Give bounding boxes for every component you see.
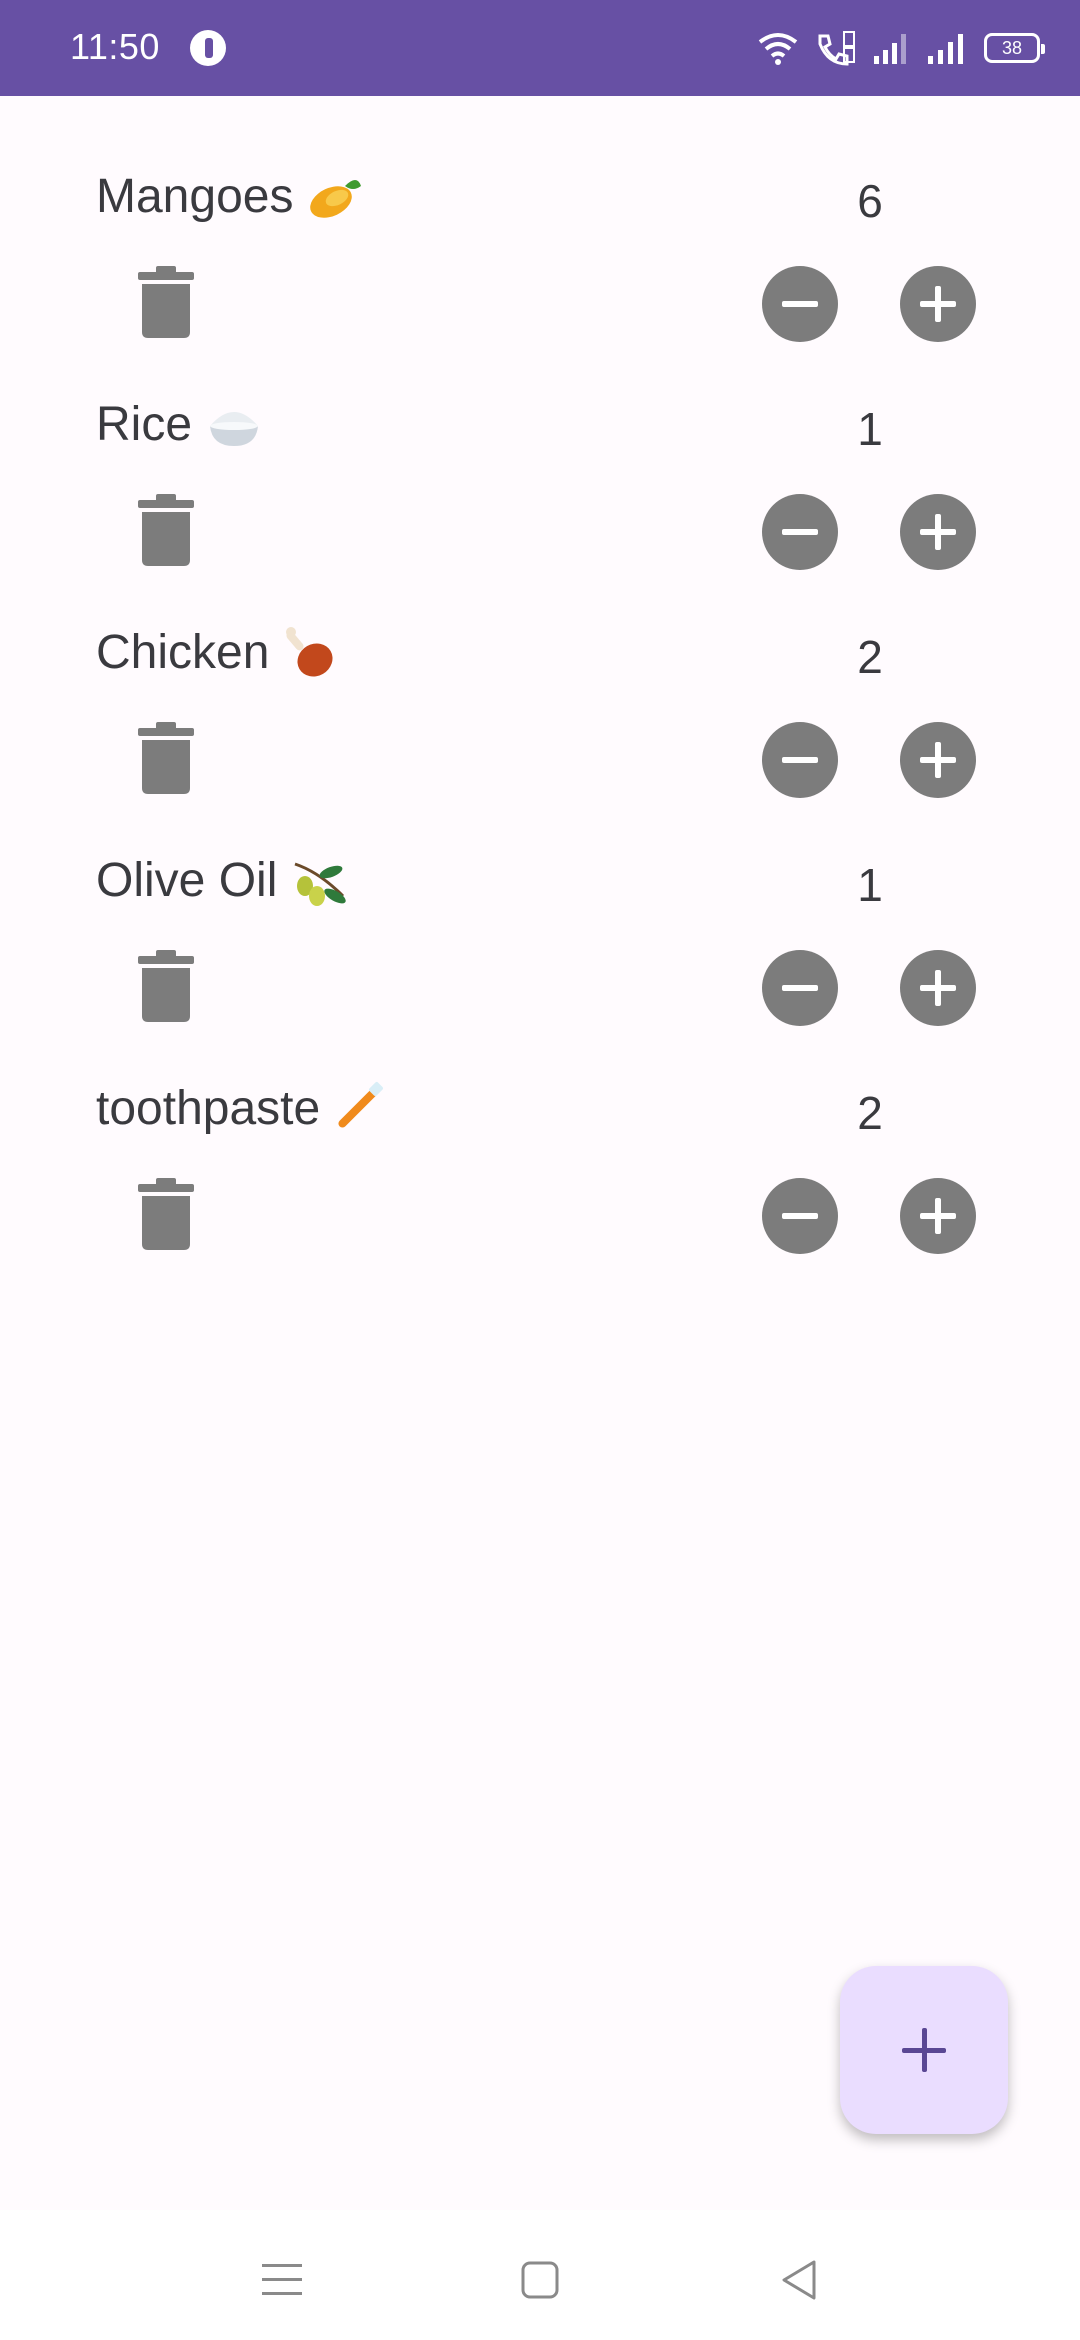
item-label: Olive Oil bbox=[96, 853, 278, 907]
mango-icon bbox=[310, 180, 362, 218]
wifi-icon bbox=[758, 33, 798, 65]
add-item-button[interactable] bbox=[840, 1966, 1008, 2134]
toothbrush-icon bbox=[338, 1082, 384, 1128]
decrease-button[interactable] bbox=[762, 1178, 838, 1254]
item-label: Chicken bbox=[96, 625, 270, 679]
menu-icon[interactable] bbox=[252, 2250, 312, 2310]
item-quantity: 2 bbox=[857, 1087, 883, 1139]
app-notification-icon bbox=[190, 30, 226, 66]
poultry-leg-icon bbox=[286, 627, 333, 677]
item-label: Rice bbox=[96, 397, 193, 451]
signal-icon bbox=[874, 34, 906, 64]
shopping-list: Mangoes 6 Rice 1 Chicken 2 Olive Oil 1 t… bbox=[0, 96, 1080, 1254]
wifi-calling-icon bbox=[818, 31, 855, 66]
screen: 11:50 38 Mangoes 6 Rice 1 Chicken 2 Oliv… bbox=[0, 0, 1080, 2340]
status-icons: 38 bbox=[756, 28, 1045, 68]
status-time: 11:50 bbox=[70, 26, 160, 67]
navigation-bar bbox=[0, 2210, 1080, 2340]
back-icon[interactable] bbox=[770, 2250, 830, 2310]
list-item: Mangoes 6 bbox=[0, 96, 1080, 342]
item-label: toothpaste bbox=[96, 1081, 321, 1135]
item-name: Rice bbox=[96, 396, 262, 452]
item-quantity: 1 bbox=[857, 859, 883, 911]
list-item: Chicken 2 bbox=[0, 552, 1080, 798]
list-item: Rice 1 bbox=[0, 324, 1080, 570]
item-name: Mangoes bbox=[96, 168, 363, 224]
item-name: Olive Oil bbox=[96, 852, 347, 908]
status-bar: 11:50 38 bbox=[0, 0, 1080, 96]
list-item: toothpaste 2 bbox=[0, 1008, 1080, 1254]
rice-icon bbox=[210, 412, 259, 446]
list-item: Olive Oil 1 bbox=[0, 780, 1080, 1026]
item-name: toothpaste bbox=[96, 1080, 390, 1136]
battery-icon: 38 bbox=[984, 33, 1045, 63]
item-quantity: 2 bbox=[857, 631, 883, 683]
item-quantity: 1 bbox=[857, 403, 883, 455]
item-quantity: 6 bbox=[857, 175, 883, 227]
home-icon[interactable] bbox=[510, 2250, 570, 2310]
signal-icon-2 bbox=[928, 34, 963, 64]
item-name: Chicken bbox=[96, 624, 339, 680]
item-label: Mangoes bbox=[96, 169, 294, 223]
increase-button[interactable] bbox=[900, 1178, 976, 1254]
delete-icon[interactable] bbox=[138, 1178, 194, 1250]
olive-icon bbox=[294, 862, 347, 906]
